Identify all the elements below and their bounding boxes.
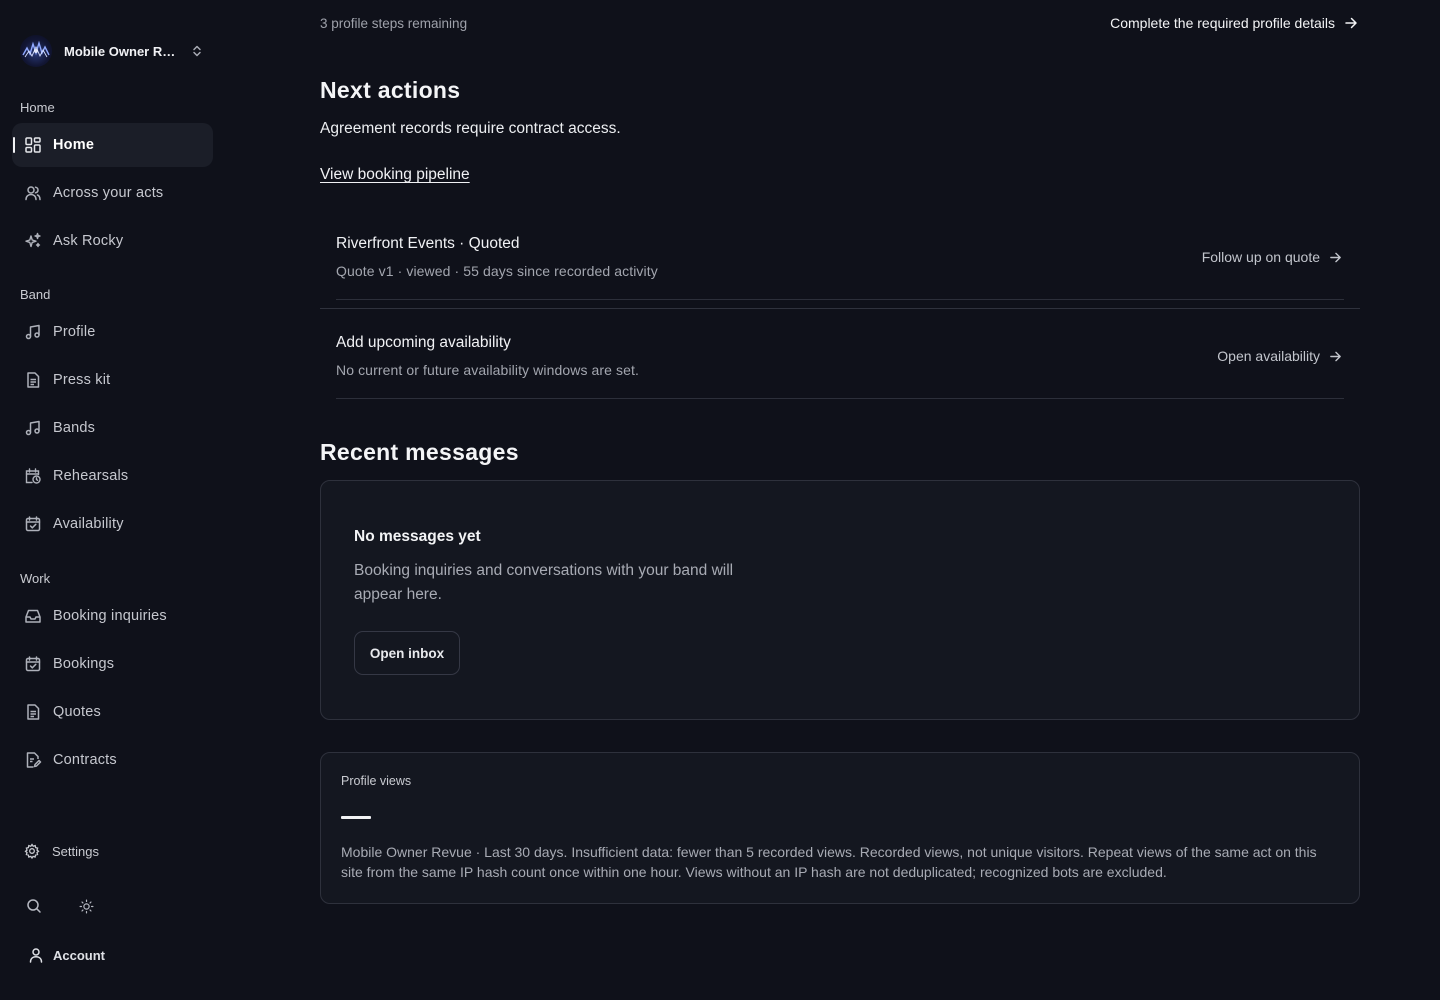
action-item-availability: Add upcoming availability No current or … [336, 325, 1344, 399]
contract-access-notice: Agreement records require contract acces… [320, 120, 621, 137]
dashboard-grid-icon [24, 136, 42, 154]
sidebar-item-home[interactable]: Home [12, 123, 213, 167]
action-item-quote-followup: Riverfront Events · Quoted Quote v1 · vi… [336, 226, 1344, 300]
view-booking-pipeline-link[interactable]: View booking pipeline [320, 166, 470, 184]
section-label-band: Band [20, 287, 51, 302]
sidebar-item-label: Home [53, 137, 95, 153]
calendar-clock-icon [24, 467, 42, 485]
sidebar-item-label: Bookings [53, 656, 115, 672]
chevron-up-down-icon [190, 44, 204, 58]
gear-icon [24, 843, 40, 859]
action-cta-label: Follow up on quote [1201, 249, 1320, 265]
arrow-right-icon [1320, 251, 1342, 264]
sidebar-item-label: Rehearsals [53, 468, 129, 484]
action-cta-label: Open availability [1217, 348, 1320, 364]
sidebar-item-rehearsals[interactable]: Rehearsals [12, 454, 213, 498]
user-icon [28, 947, 44, 963]
inbox-icon [24, 607, 42, 625]
profile-progress-bar: 3 profile steps remaining Complete the r… [320, 13, 1360, 33]
follow-up-quote-link[interactable]: Follow up on quote [1202, 249, 1342, 265]
sidebar-item-label: Availability [53, 516, 124, 532]
no-data-dash [341, 816, 371, 819]
divider [336, 299, 1344, 300]
section-label-work: Work [20, 571, 51, 586]
complete-profile-link[interactable]: Complete the required profile details [1110, 15, 1360, 31]
sidebar-item-label: Bands [53, 420, 96, 436]
sidebar-item-contracts[interactable]: Contracts [12, 738, 213, 782]
sidebar-item-bands[interactable]: Bands [12, 406, 213, 450]
account-link[interactable]: Account [28, 947, 105, 963]
sidebar-item-availability[interactable]: Availability [12, 502, 213, 546]
open-inbox-button[interactable]: Open inbox [354, 631, 460, 675]
sparkles-icon [24, 232, 42, 250]
recent-messages-heading: Recent messages [320, 439, 519, 465]
profile-steps-remaining: 3 profile steps remaining [320, 15, 468, 31]
sidebar-item-ask-rocky[interactable]: Ask Rocky [12, 219, 213, 263]
sidebar-item-label: Profile [53, 324, 96, 340]
complete-profile-label: Complete the required profile details [1110, 15, 1335, 31]
document-edit-icon [24, 751, 42, 769]
action-item-title: Riverfront Events · Quoted [336, 235, 520, 252]
sidebar-item-profile[interactable]: Profile [12, 310, 213, 354]
divider [336, 398, 1344, 399]
band-logo [20, 35, 52, 67]
theme-toggle-button[interactable] [72, 892, 100, 920]
search-icon [26, 898, 42, 914]
search-button[interactable] [20, 892, 48, 920]
arrow-right-icon [1335, 16, 1358, 30]
sidebar-item-label: Ask Rocky [53, 233, 124, 249]
music-note-icon [24, 323, 42, 341]
sidebar-item-press-kit[interactable]: Press kit [12, 358, 213, 402]
sidebar-item-label: Across your acts [53, 185, 164, 201]
sidebar-item-bookings[interactable]: Bookings [12, 642, 213, 686]
profile-views-title: Profile views [341, 774, 412, 788]
music-note-icon [24, 419, 42, 437]
sun-icon [79, 899, 94, 914]
calendar-check-icon [24, 515, 42, 533]
sidebar-item-across-your-acts[interactable]: Across your acts [12, 171, 213, 215]
users-icon [24, 184, 42, 202]
empty-state-description: Booking inquiries and conversations with… [354, 562, 734, 603]
arrow-right-icon [1320, 350, 1342, 363]
document-icon [24, 703, 42, 721]
sidebar-item-label: Booking inquiries [53, 608, 167, 624]
empty-state-title: No messages yet [354, 528, 481, 545]
sidebar-item-label: Contracts [53, 752, 117, 768]
action-item-title: Add upcoming availability [336, 334, 511, 351]
workspace-name: Mobile Owner Revue [64, 43, 176, 59]
calendar-check-icon [24, 655, 42, 673]
sidebar-item-label: Press kit [53, 372, 111, 388]
workspace-switcher[interactable]: Mobile Owner Revue [20, 34, 210, 68]
account-label: Account [53, 947, 105, 963]
recent-messages-empty-state: No messages yet Booking inquiries and co… [320, 480, 1360, 720]
settings-link[interactable]: Settings [24, 843, 99, 859]
document-icon [24, 371, 42, 389]
sidebar-item-booking-inquiries[interactable]: Booking inquiries [12, 594, 213, 638]
next-actions-heading: Next actions [320, 77, 461, 103]
divider [320, 308, 1360, 309]
sidebar-item-label: Quotes [53, 704, 101, 720]
profile-views-card: Profile views Mobile Owner Revue · Last … [320, 752, 1360, 904]
open-availability-link[interactable]: Open availability [1217, 348, 1342, 364]
sidebar-item-quotes[interactable]: Quotes [12, 690, 213, 734]
main-content: 3 profile steps remaining Complete the r… [320, 0, 1360, 1000]
profile-views-note: Mobile Owner Revue · Last 30 days. Insuf… [341, 844, 1317, 880]
sidebar: Mobile Owner Revue Home Home Across your… [0, 0, 226, 1000]
section-label-home: Home [20, 100, 55, 115]
settings-label: Settings [52, 843, 99, 859]
action-item-subtitle: No current or future availability window… [336, 362, 640, 378]
action-item-subtitle: Quote v1 · viewed · 55 days since record… [336, 263, 658, 279]
